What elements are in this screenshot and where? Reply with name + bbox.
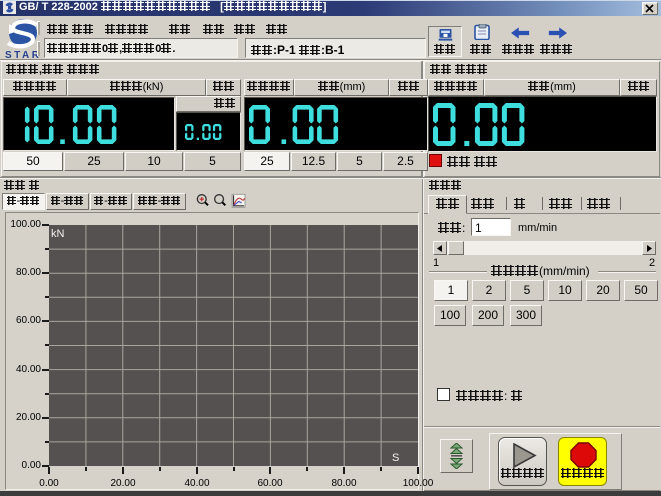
svg-text:kN: kN	[51, 228, 65, 240]
svg-text:S: S	[392, 452, 399, 464]
svg-text:STAR: STAR	[5, 50, 40, 59]
